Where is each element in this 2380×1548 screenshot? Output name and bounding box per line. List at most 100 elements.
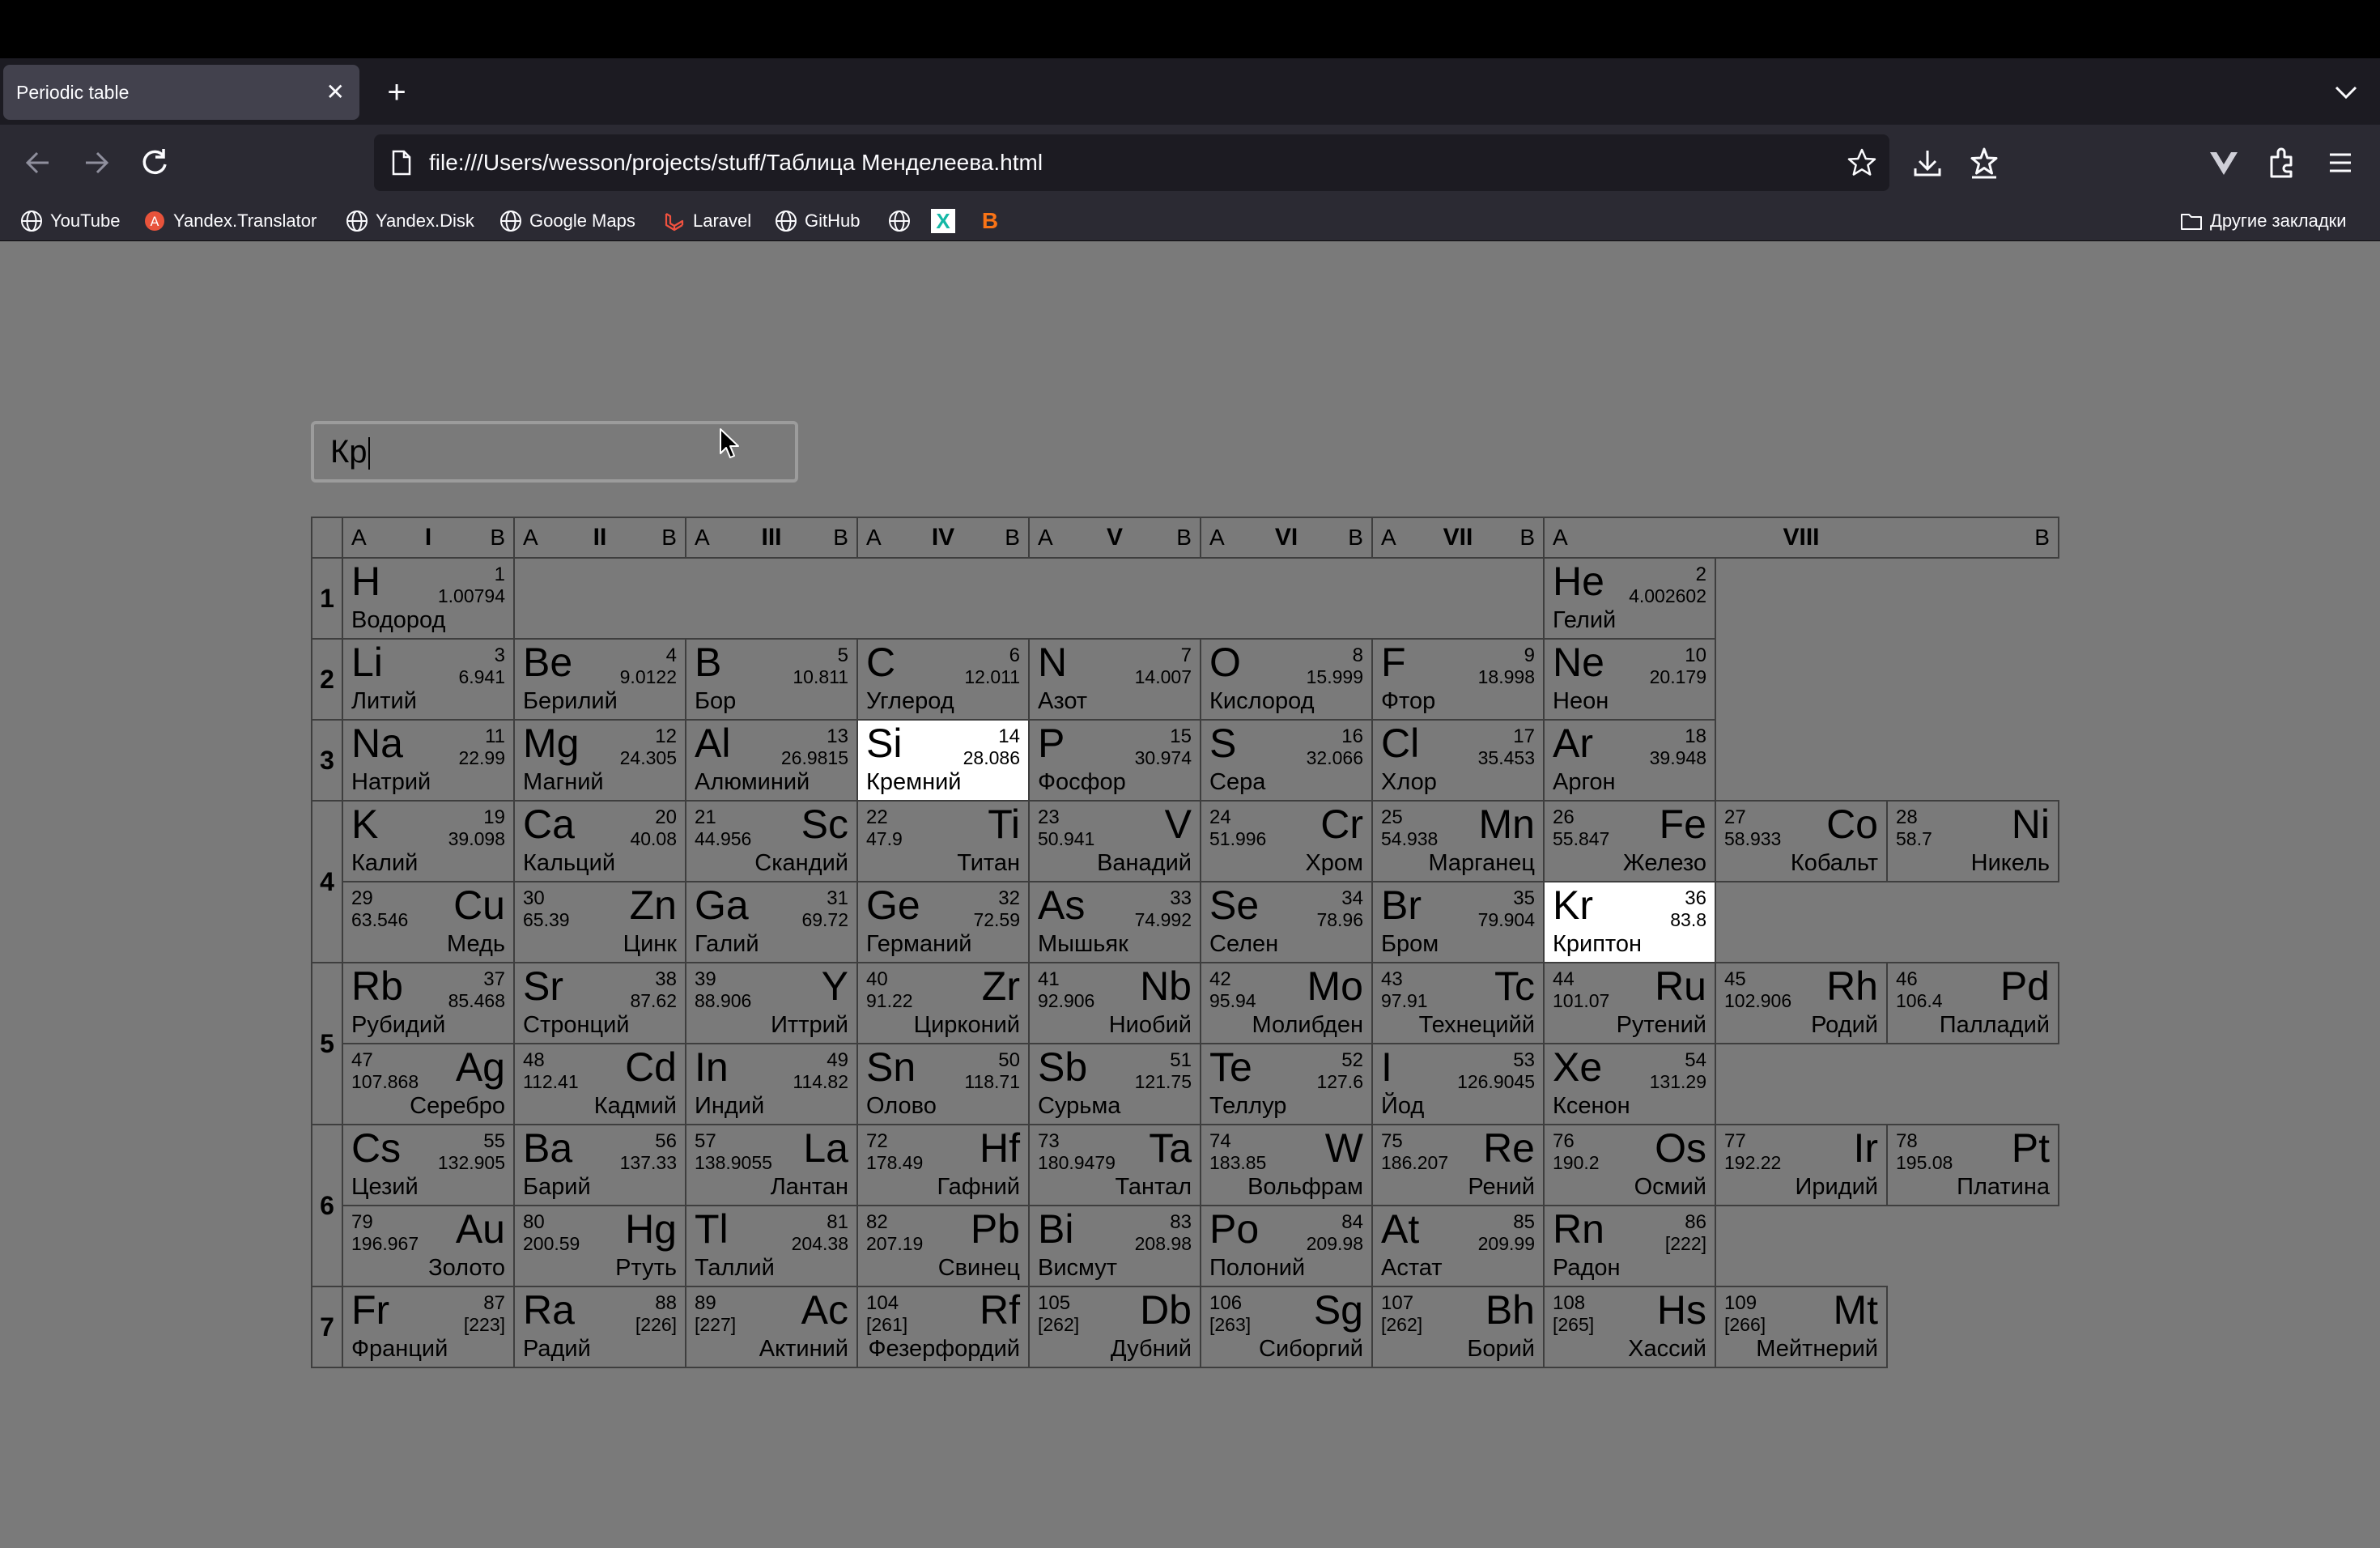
element-cell-bh[interactable]: Bh 107 [262] Борий	[1371, 1286, 1545, 1368]
menu-icon[interactable]	[2320, 142, 2361, 183]
element-cell-po[interactable]: Po 84 209.98 Полоний	[1200, 1205, 1373, 1287]
element-cell-tc[interactable]: Tc 43 97.91 Технецийй	[1371, 962, 1545, 1044]
extensions-icon[interactable]	[2260, 142, 2301, 183]
element-cell-ir[interactable]: Ir 77 192.22 Иридий	[1715, 1124, 1888, 1206]
element-cell-sg[interactable]: Sg 106 [263] Сиборгий	[1200, 1286, 1373, 1368]
tab-periodic-table[interactable]: Periodic table ✕	[3, 65, 359, 120]
element-cell-nb[interactable]: Nb 41 92.906 Ниобий	[1028, 962, 1201, 1044]
element-cell-cd[interactable]: Cd 48 112.41 Кадмий	[513, 1043, 686, 1125]
element-cell-pt[interactable]: Pt 78 195.08 Платина	[1886, 1124, 2059, 1206]
element-cell-n[interactable]: N 7 14.007 Азот	[1028, 638, 1201, 721]
element-cell-cr[interactable]: Cr 24 51.996 Хром	[1200, 800, 1373, 882]
bookmark-b[interactable]: B	[978, 201, 1002, 241]
forward-arrow-icon[interactable]	[76, 142, 117, 183]
element-cell-se[interactable]: Se 34 78.96 Селен	[1200, 881, 1373, 963]
element-cell-o[interactable]: O 8 15.999 Кислород	[1200, 638, 1373, 721]
element-cell-zn[interactable]: Zn 30 65.39 Цинк	[513, 881, 686, 963]
download-icon[interactable]	[1907, 142, 1948, 183]
element-cell-k[interactable]: K 19 39.098 Калий	[342, 800, 515, 882]
element-cell-kr[interactable]: Kr 36 83.8 Криптон	[1543, 881, 1716, 963]
bookmark-yandex-disk[interactable]: Yandex.Disk	[345, 201, 474, 241]
element-cell-bi[interactable]: Bi 83 208.98 Висмут	[1028, 1205, 1201, 1287]
element-cell-w[interactable]: W 74 183.85 Вольфрам	[1200, 1124, 1373, 1206]
element-cell-sc[interactable]: Sc 21 44.956 Скандий	[685, 800, 858, 882]
bookmark-github[interactable]: GitHub	[774, 201, 860, 241]
element-cell-ru[interactable]: Ru 44 101.07 Рутений	[1543, 962, 1716, 1044]
element-cell-ni[interactable]: Ni 28 58.7 Никель	[1886, 800, 2059, 882]
element-cell-hf[interactable]: Hf 72 178.49 Гафний	[856, 1124, 1030, 1206]
element-cell-sb[interactable]: Sb 51 121.75 Сурьма	[1028, 1043, 1201, 1125]
element-cell-la[interactable]: La 57 138.9055 Лантан	[685, 1124, 858, 1206]
bookmark-laravel[interactable]: Laravel	[662, 201, 751, 241]
element-cell-at[interactable]: At 85 209.99 Астат	[1371, 1205, 1545, 1287]
close-icon[interactable]: ✕	[326, 65, 345, 120]
bookmark-x[interactable]: X	[931, 201, 955, 241]
element-cell-rn[interactable]: Rn 86 [222] Радон	[1543, 1205, 1716, 1287]
element-cell-na[interactable]: Na 11 22.99 Натрий	[342, 719, 515, 802]
element-cell-te[interactable]: Te 52 127.6 Теллур	[1200, 1043, 1373, 1125]
element-cell-os[interactable]: Os 76 190.2 Осмий	[1543, 1124, 1716, 1206]
element-cell-al[interactable]: Al 13 26.9815 Алюминий	[685, 719, 858, 802]
element-cell-rf[interactable]: Rf 104 [261] Фезерфордий	[856, 1286, 1030, 1368]
element-cell-ge[interactable]: Ge 32 72.59 Германий	[856, 881, 1030, 963]
element-cell-au[interactable]: Au 79 196.967 Золото	[342, 1205, 515, 1287]
element-cell-be[interactable]: Be 4 9.0122 Берилий	[513, 638, 686, 721]
element-cell-ar[interactable]: Ar 18 39.948 Аргон	[1543, 719, 1716, 802]
element-cell-zr[interactable]: Zr 40 91.22 Цирконий	[856, 962, 1030, 1044]
element-cell-mt[interactable]: Mt 109 [266] Мейтнерий	[1715, 1286, 1888, 1368]
element-cell-sr[interactable]: Sr 38 87.62 Стронций	[513, 962, 686, 1044]
element-cell-mg[interactable]: Mg 12 24.305 Магний	[513, 719, 686, 802]
address-bar[interactable]: file:///Users/wesson/projects/stuff/Табл…	[374, 134, 1889, 191]
element-cell-in[interactable]: In 49 114.82 Индий	[685, 1043, 858, 1125]
element-cell-s[interactable]: S 16 32.066 Сера	[1200, 719, 1373, 802]
element-cell-xe[interactable]: Xe 54 131.29 Ксенон	[1543, 1043, 1716, 1125]
element-cell-mo[interactable]: Mo 42 95.94 Молибден	[1200, 962, 1373, 1044]
element-cell-pd[interactable]: Pd 46 106.4 Палладий	[1886, 962, 2059, 1044]
bookmark-google-maps[interactable]: Google Maps	[499, 201, 635, 241]
element-cell-ga[interactable]: Ga 31 69.72 Галий	[685, 881, 858, 963]
element-cell-h[interactable]: H 1 1.00794 Водород	[342, 557, 515, 640]
element-cell-y[interactable]: Y 39 88.906 Иттрий	[685, 962, 858, 1044]
element-cell-rb[interactable]: Rb 37 85.468 Рубидий	[342, 962, 515, 1044]
vue-devtools-icon[interactable]	[2204, 142, 2244, 183]
element-cell-sn[interactable]: Sn 50 118.71 Олово	[856, 1043, 1030, 1125]
element-cell-cl[interactable]: Cl 17 35.453 Хлор	[1371, 719, 1545, 802]
element-cell-db[interactable]: Db 105 [262] Дубний	[1028, 1286, 1201, 1368]
element-cell-i[interactable]: I 53 126.9045 Йод	[1371, 1043, 1545, 1125]
element-cell-v[interactable]: V 23 50.941 Ванадий	[1028, 800, 1201, 882]
element-cell-hs[interactable]: Hs 108 [265] Хассий	[1543, 1286, 1716, 1368]
bookmark-star-icon[interactable]	[1846, 147, 1878, 179]
element-cell-si[interactable]: Si 14 28.086 Кремний	[856, 719, 1030, 802]
element-cell-re[interactable]: Re 75 186.207 Рений	[1371, 1124, 1545, 1206]
element-cell-c[interactable]: C 6 12.011 Углерод	[856, 638, 1030, 721]
element-cell-ti[interactable]: Ti 22 47.9 Титан	[856, 800, 1030, 882]
element-cell-mn[interactable]: Mn 25 54.938 Марганец	[1371, 800, 1545, 882]
element-cell-pb[interactable]: Pb 82 207.19 Свинец	[856, 1205, 1030, 1287]
new-tab-button[interactable]: +	[380, 65, 413, 120]
element-cell-he[interactable]: He 2 4.002602 Гелий	[1543, 557, 1716, 640]
bookmark-yandex-translator[interactable]: A Yandex.Translator	[142, 201, 317, 241]
element-cell-ag[interactable]: Ag 47 107.868 Серебро	[342, 1043, 515, 1125]
back-arrow-icon[interactable]	[18, 142, 58, 183]
element-cell-ac[interactable]: Ac 89 [227] Актиний	[685, 1286, 858, 1368]
other-bookmarks[interactable]: Другие закладки	[2179, 201, 2347, 241]
element-cell-f[interactable]: F 9 18.998 Фтор	[1371, 638, 1545, 721]
element-cell-fe[interactable]: Fe 26 55.847 Железо	[1543, 800, 1716, 882]
element-cell-cs[interactable]: Cs 55 132.905 Цезий	[342, 1124, 515, 1206]
element-cell-br[interactable]: Br 35 79.904 Бром	[1371, 881, 1545, 963]
element-cell-cu[interactable]: Cu 29 63.546 Медь	[342, 881, 515, 963]
element-cell-co[interactable]: Co 27 58.933 Кобальт	[1715, 800, 1888, 882]
bookmark-untitled[interactable]	[887, 201, 918, 241]
chevron-down-icon[interactable]	[2330, 76, 2362, 108]
element-cell-ne[interactable]: Ne 10 20.179 Неон	[1543, 638, 1716, 721]
element-cell-ca[interactable]: Ca 20 40.08 Кальций	[513, 800, 686, 882]
element-cell-hg[interactable]: Hg 80 200.59 Ртуть	[513, 1205, 686, 1287]
element-cell-as[interactable]: As 33 74.992 Мышьяк	[1028, 881, 1201, 963]
element-cell-li[interactable]: Li 3 6.941 Литий	[342, 638, 515, 721]
element-cell-ba[interactable]: Ba 56 137.33 Барий	[513, 1124, 686, 1206]
element-cell-tl[interactable]: Tl 81 204.38 Таллий	[685, 1205, 858, 1287]
element-cell-b[interactable]: B 5 10.811 Бор	[685, 638, 858, 721]
reload-icon[interactable]	[134, 142, 175, 183]
bookmark-youtube[interactable]: YouTube	[19, 201, 120, 241]
element-cell-ra[interactable]: Ra 88 [226] Радий	[513, 1286, 686, 1368]
